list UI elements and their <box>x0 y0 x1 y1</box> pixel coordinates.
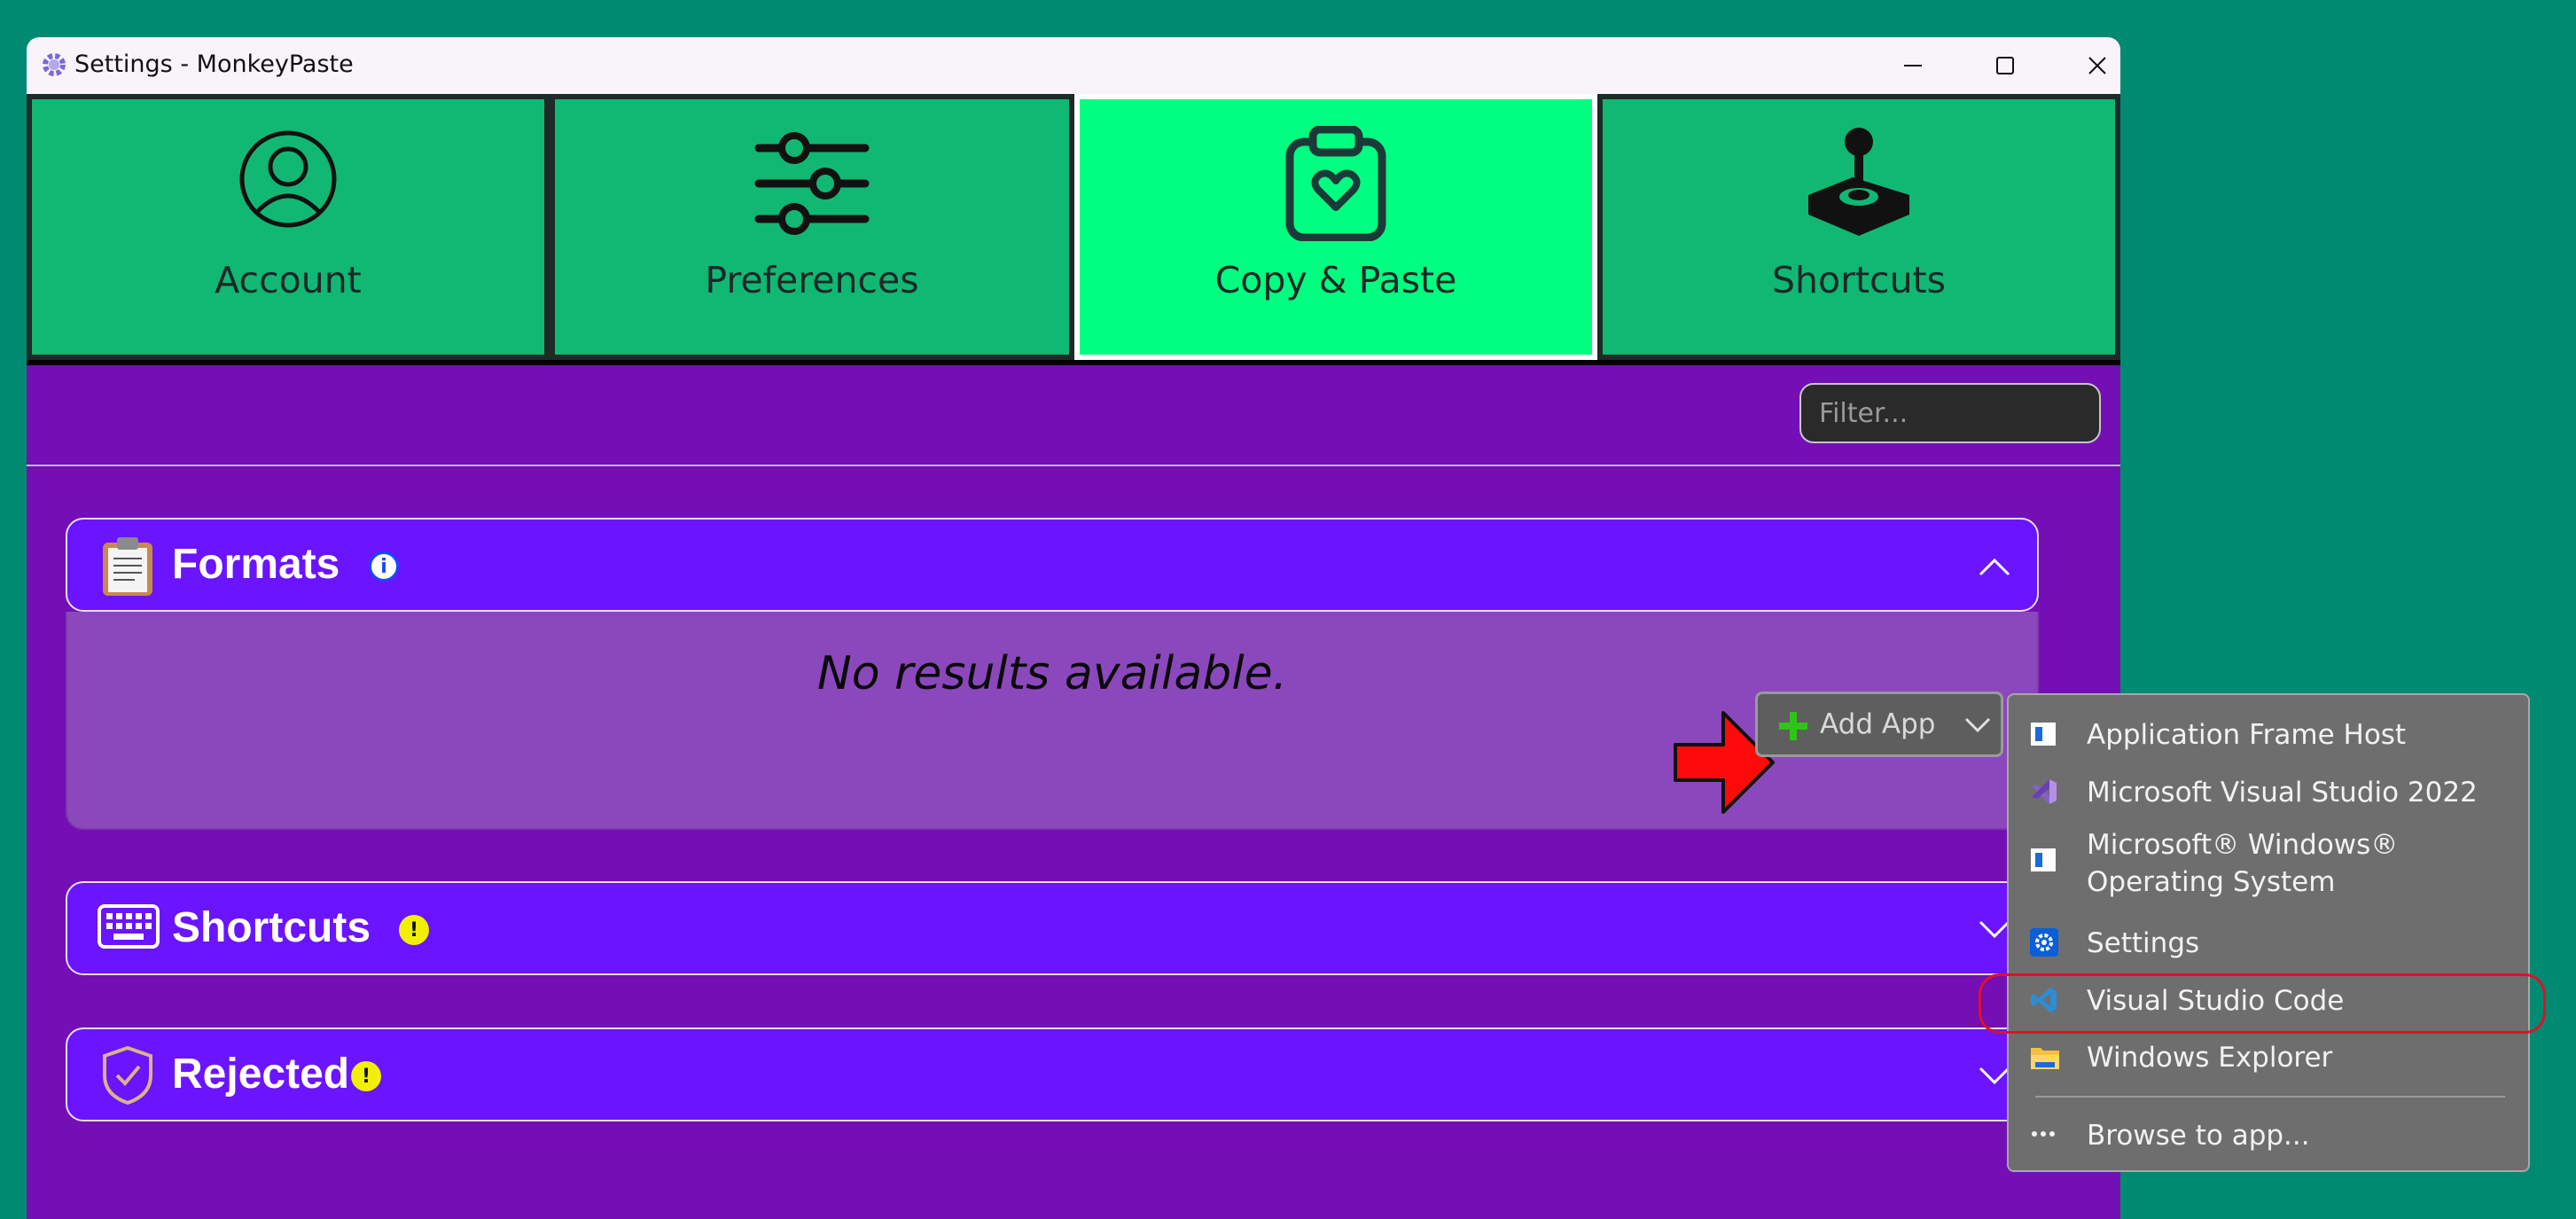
account-circle-icon <box>239 130 337 228</box>
shortcuts-title: Shortcuts <box>172 904 371 951</box>
minimize-icon <box>1904 65 1922 66</box>
tab-copy-paste[interactable]: Copy & Paste <box>1074 94 1597 360</box>
menu-item-browse-to-app[interactable]: Browse to app... <box>2009 1115 2528 1154</box>
close-button[interactable] <box>2051 37 2120 94</box>
app-frame-icon <box>2031 723 2056 746</box>
maximize-icon <box>1996 57 2014 74</box>
menu-item-windows-explorer[interactable]: Windows Explorer <box>2009 1037 2528 1076</box>
menu-item-label: Microsoft Visual Studio 2022 <box>2087 777 2478 809</box>
menu-item-label: Settings <box>2087 927 2200 959</box>
menu-item-label: Browse to app... <box>2087 1120 2310 1152</box>
tab-account[interactable]: Account <box>27 94 550 360</box>
menu-separator <box>2035 1096 2505 1098</box>
rejected-section-header[interactable]: Rejected ! <box>66 1028 2039 1121</box>
add-app-button[interactable]: Add App <box>1755 692 2003 757</box>
settings-gear-icon <box>2030 928 2058 957</box>
close-icon <box>2088 57 2106 74</box>
menu-item-windows-os[interactable]: Microsoft® Windows® Operating System <box>2009 826 2528 906</box>
tab-shortcuts[interactable]: Shortcuts <box>1597 94 2120 360</box>
visual-studio-icon <box>2032 779 2057 804</box>
ellipsis-icon <box>2032 1131 2055 1137</box>
tab-account-label: Account <box>215 259 362 301</box>
title-bar[interactable]: Settings - MonkeyPaste <box>27 37 2120 95</box>
tab-shortcuts-label: Shortcuts <box>1772 259 1946 301</box>
joystick-icon <box>1808 128 1909 236</box>
shortcuts-section-header[interactable]: Shortcuts ! <box>66 881 2039 975</box>
maximize-button[interactable] <box>1959 37 2051 94</box>
menu-item-label: Windows Explorer <box>2087 1042 2333 1074</box>
chevron-down-icon[interactable] <box>1963 714 1992 737</box>
rejected-title: Rejected <box>172 1051 350 1098</box>
info-icon[interactable]: i <box>369 551 399 582</box>
menu-item-visual-studio-2022[interactable]: Microsoft Visual Studio 2022 <box>2009 772 2528 811</box>
settings-window: Settings - MonkeyPaste Account Preferenc… <box>27 37 2120 1219</box>
formats-title: Formats <box>172 541 340 588</box>
menu-item-application-frame-host[interactable]: Application Frame Host <box>2009 715 2528 754</box>
menu-item-label-line2: Operating System <box>2087 866 2336 898</box>
clipboard-icon <box>103 537 152 596</box>
app-dropdown-menu: Application Frame Host Microsoft Visual … <box>2007 693 2530 1172</box>
folder-icon <box>2031 1048 2059 1069</box>
add-app-label: Add App <box>1820 708 1936 740</box>
formats-section-header[interactable]: Formats i <box>66 518 2039 612</box>
minimize-button[interactable] <box>1867 37 1959 94</box>
clipboard-heart-icon <box>1285 126 1386 241</box>
menu-item-settings[interactable]: Settings <box>2009 923 2528 962</box>
tab-preferences[interactable]: Preferences <box>550 94 1074 360</box>
filter-bar <box>27 365 2120 466</box>
keyboard-icon <box>98 904 160 949</box>
menu-item-label-line1: Microsoft® Windows® <box>2087 829 2399 861</box>
window-title: Settings - MonkeyPaste <box>74 51 354 78</box>
windows-os-icon <box>2031 848 2056 871</box>
settings-tabs: Account Preferences Copy & Paste Shortcu… <box>27 94 2120 365</box>
tab-preferences-label: Preferences <box>705 259 919 301</box>
monkeypaste-gear-icon <box>43 53 66 76</box>
tab-copy-paste-label: Copy & Paste <box>1214 259 1457 301</box>
menu-item-label: Application Frame Host <box>2087 719 2407 751</box>
no-results-text: No results available. <box>816 647 1288 700</box>
shield-check-icon <box>103 1045 152 1106</box>
warning-icon[interactable]: ! <box>351 1061 381 1091</box>
plus-icon <box>1779 712 1807 740</box>
warning-icon[interactable]: ! <box>399 915 429 945</box>
filter-input[interactable] <box>1799 383 2101 443</box>
chevron-up-icon[interactable] <box>1977 553 2012 580</box>
highlight-annotation <box>1979 973 2546 1034</box>
sliders-icon <box>754 132 870 235</box>
